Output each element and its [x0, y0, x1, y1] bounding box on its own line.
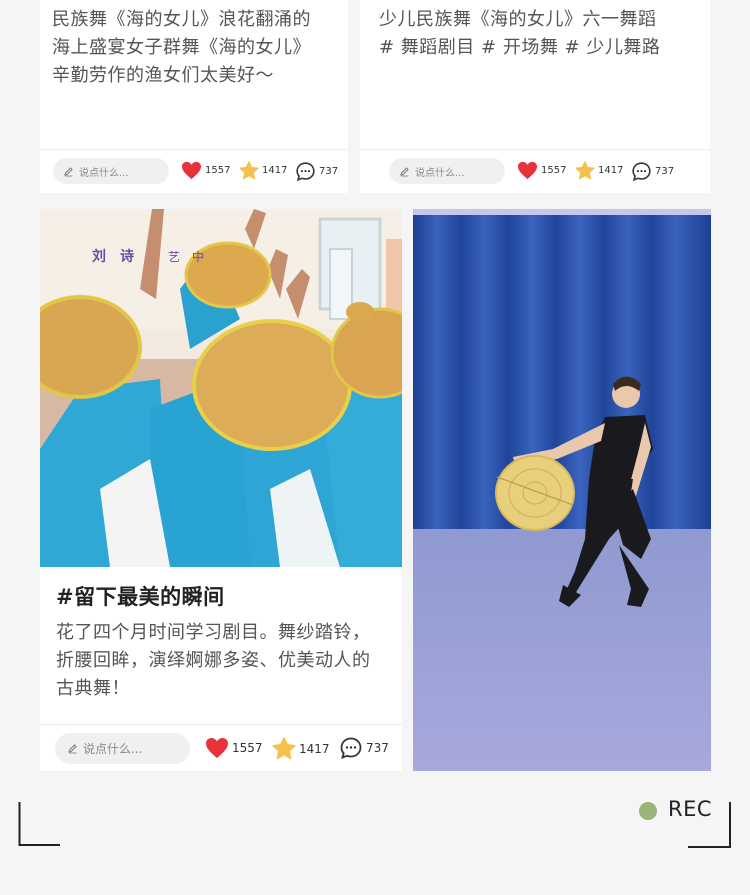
comment-placeholder: 说点什么... [83, 742, 143, 756]
rec-indicator-dot [639, 802, 657, 820]
favorite-count: 1417 [262, 165, 288, 176]
pencil-icon [63, 166, 74, 177]
comment-bubble-icon [296, 162, 315, 182]
action-bar: 说点什么... 1557 1417 737 [40, 149, 348, 193]
post-title: #留下最美的瞬间 [56, 585, 225, 609]
solo-dancer-photo[interactable] [413, 209, 711, 771]
heart-icon [182, 161, 201, 180]
post-card-top-right[interactable]: 少儿民族舞《海的女儿》六一舞蹈 # 舞蹈剧目 # 开场舞 # 少儿舞路 说点什么… [360, 0, 710, 193]
sign-char: 刘 [92, 248, 106, 265]
like-button[interactable]: 1557 [181, 161, 230, 180]
post-text-line: 海上盛宴女子群舞《海的女儿》 [52, 37, 311, 58]
pencil-icon [399, 166, 410, 177]
like-count: 1557 [205, 165, 231, 176]
heart-icon [518, 161, 537, 180]
heart-icon [206, 738, 228, 758]
action-bar: 说点什么... 1557 1417 737 [40, 724, 402, 771]
favorite-button[interactable]: 1417 [272, 737, 330, 760]
comment-placeholder: 说点什么... [415, 167, 465, 179]
post-text-line: 折腰回眸，演绎婀娜多姿、优美动人的 [56, 650, 371, 671]
post-text-line: 古典舞！ [56, 678, 130, 699]
comment-bubble-icon [632, 162, 651, 182]
star-icon [239, 161, 259, 180]
sign-char: 诗 [120, 248, 134, 265]
post-text: 民族舞《海的女儿》浪花翻涌的 海上盛宴女子群舞《海的女儿》 辛勤劳作的渔女们太美… [52, 6, 342, 90]
like-count: 1557 [232, 741, 263, 755]
post-text: 花了四个月时间学习剧目。舞纱踏铃， 折腰回眸，演绎婀娜多姿、优美动人的 古典舞！ [56, 619, 396, 703]
post-card-top-left[interactable]: 民族舞《海的女儿》浪花翻涌的 海上盛宴女子群舞《海的女儿》 辛勤劳作的渔女们太美… [40, 0, 348, 193]
post-text-line: # 舞蹈剧目 # 开场舞 # 少儿舞路 [379, 37, 661, 58]
star-icon [575, 161, 595, 180]
comment-count: 737 [655, 166, 675, 177]
comment-input[interactable]: 说点什么... [389, 158, 505, 184]
like-button[interactable]: 1557 [517, 161, 566, 180]
post-card-feature[interactable]: 刘 诗 艺 中 #留下最美的瞬间 花了四个月时间学习剧目。舞纱踏铃， 折腰回眸，… [40, 209, 402, 771]
like-count: 1557 [541, 165, 567, 176]
comment-count: 737 [366, 741, 389, 755]
post-text-line: 花了四个月时间学习剧目。舞纱踏铃， [56, 622, 371, 643]
post-text-line: 少儿民族舞《海的女儿》六一舞蹈 [379, 9, 657, 30]
comment-button[interactable]: 737 [295, 161, 338, 182]
favorite-button[interactable]: 1417 [575, 161, 623, 180]
comment-button[interactable]: 737 [631, 161, 674, 182]
post-text-line: 辛勤劳作的渔女们太美好～ [52, 65, 274, 86]
corner-bracket-left [18, 802, 60, 846]
comment-input[interactable]: 说点什么... [53, 158, 169, 184]
favorite-button[interactable]: 1417 [239, 161, 287, 180]
favorite-count: 1417 [299, 741, 330, 756]
sign-char: 中 [192, 249, 204, 264]
post-text-line: 民族舞《海的女儿》浪花翻涌的 [52, 9, 311, 30]
comment-bubble-icon [340, 737, 362, 759]
dance-group-photo[interactable]: 刘 诗 艺 中 [40, 209, 402, 567]
corner-bracket-right [688, 802, 731, 848]
star-icon [272, 737, 296, 760]
like-button[interactable]: 1557 [205, 737, 263, 759]
pencil-icon [67, 743, 78, 754]
comment-count: 737 [319, 166, 339, 177]
sign-char: 艺 [168, 250, 180, 264]
comment-button[interactable]: 737 [339, 736, 389, 760]
post-text: 少儿民族舞《海的女儿》六一舞蹈 # 舞蹈剧目 # 开场舞 # 少儿舞路 [379, 6, 704, 62]
action-bar: 说点什么... 1557 1417 737 [360, 149, 710, 193]
comment-placeholder: 说点什么... [79, 167, 129, 179]
comment-input[interactable]: 说点什么... [55, 733, 190, 764]
favorite-count: 1417 [598, 165, 624, 176]
